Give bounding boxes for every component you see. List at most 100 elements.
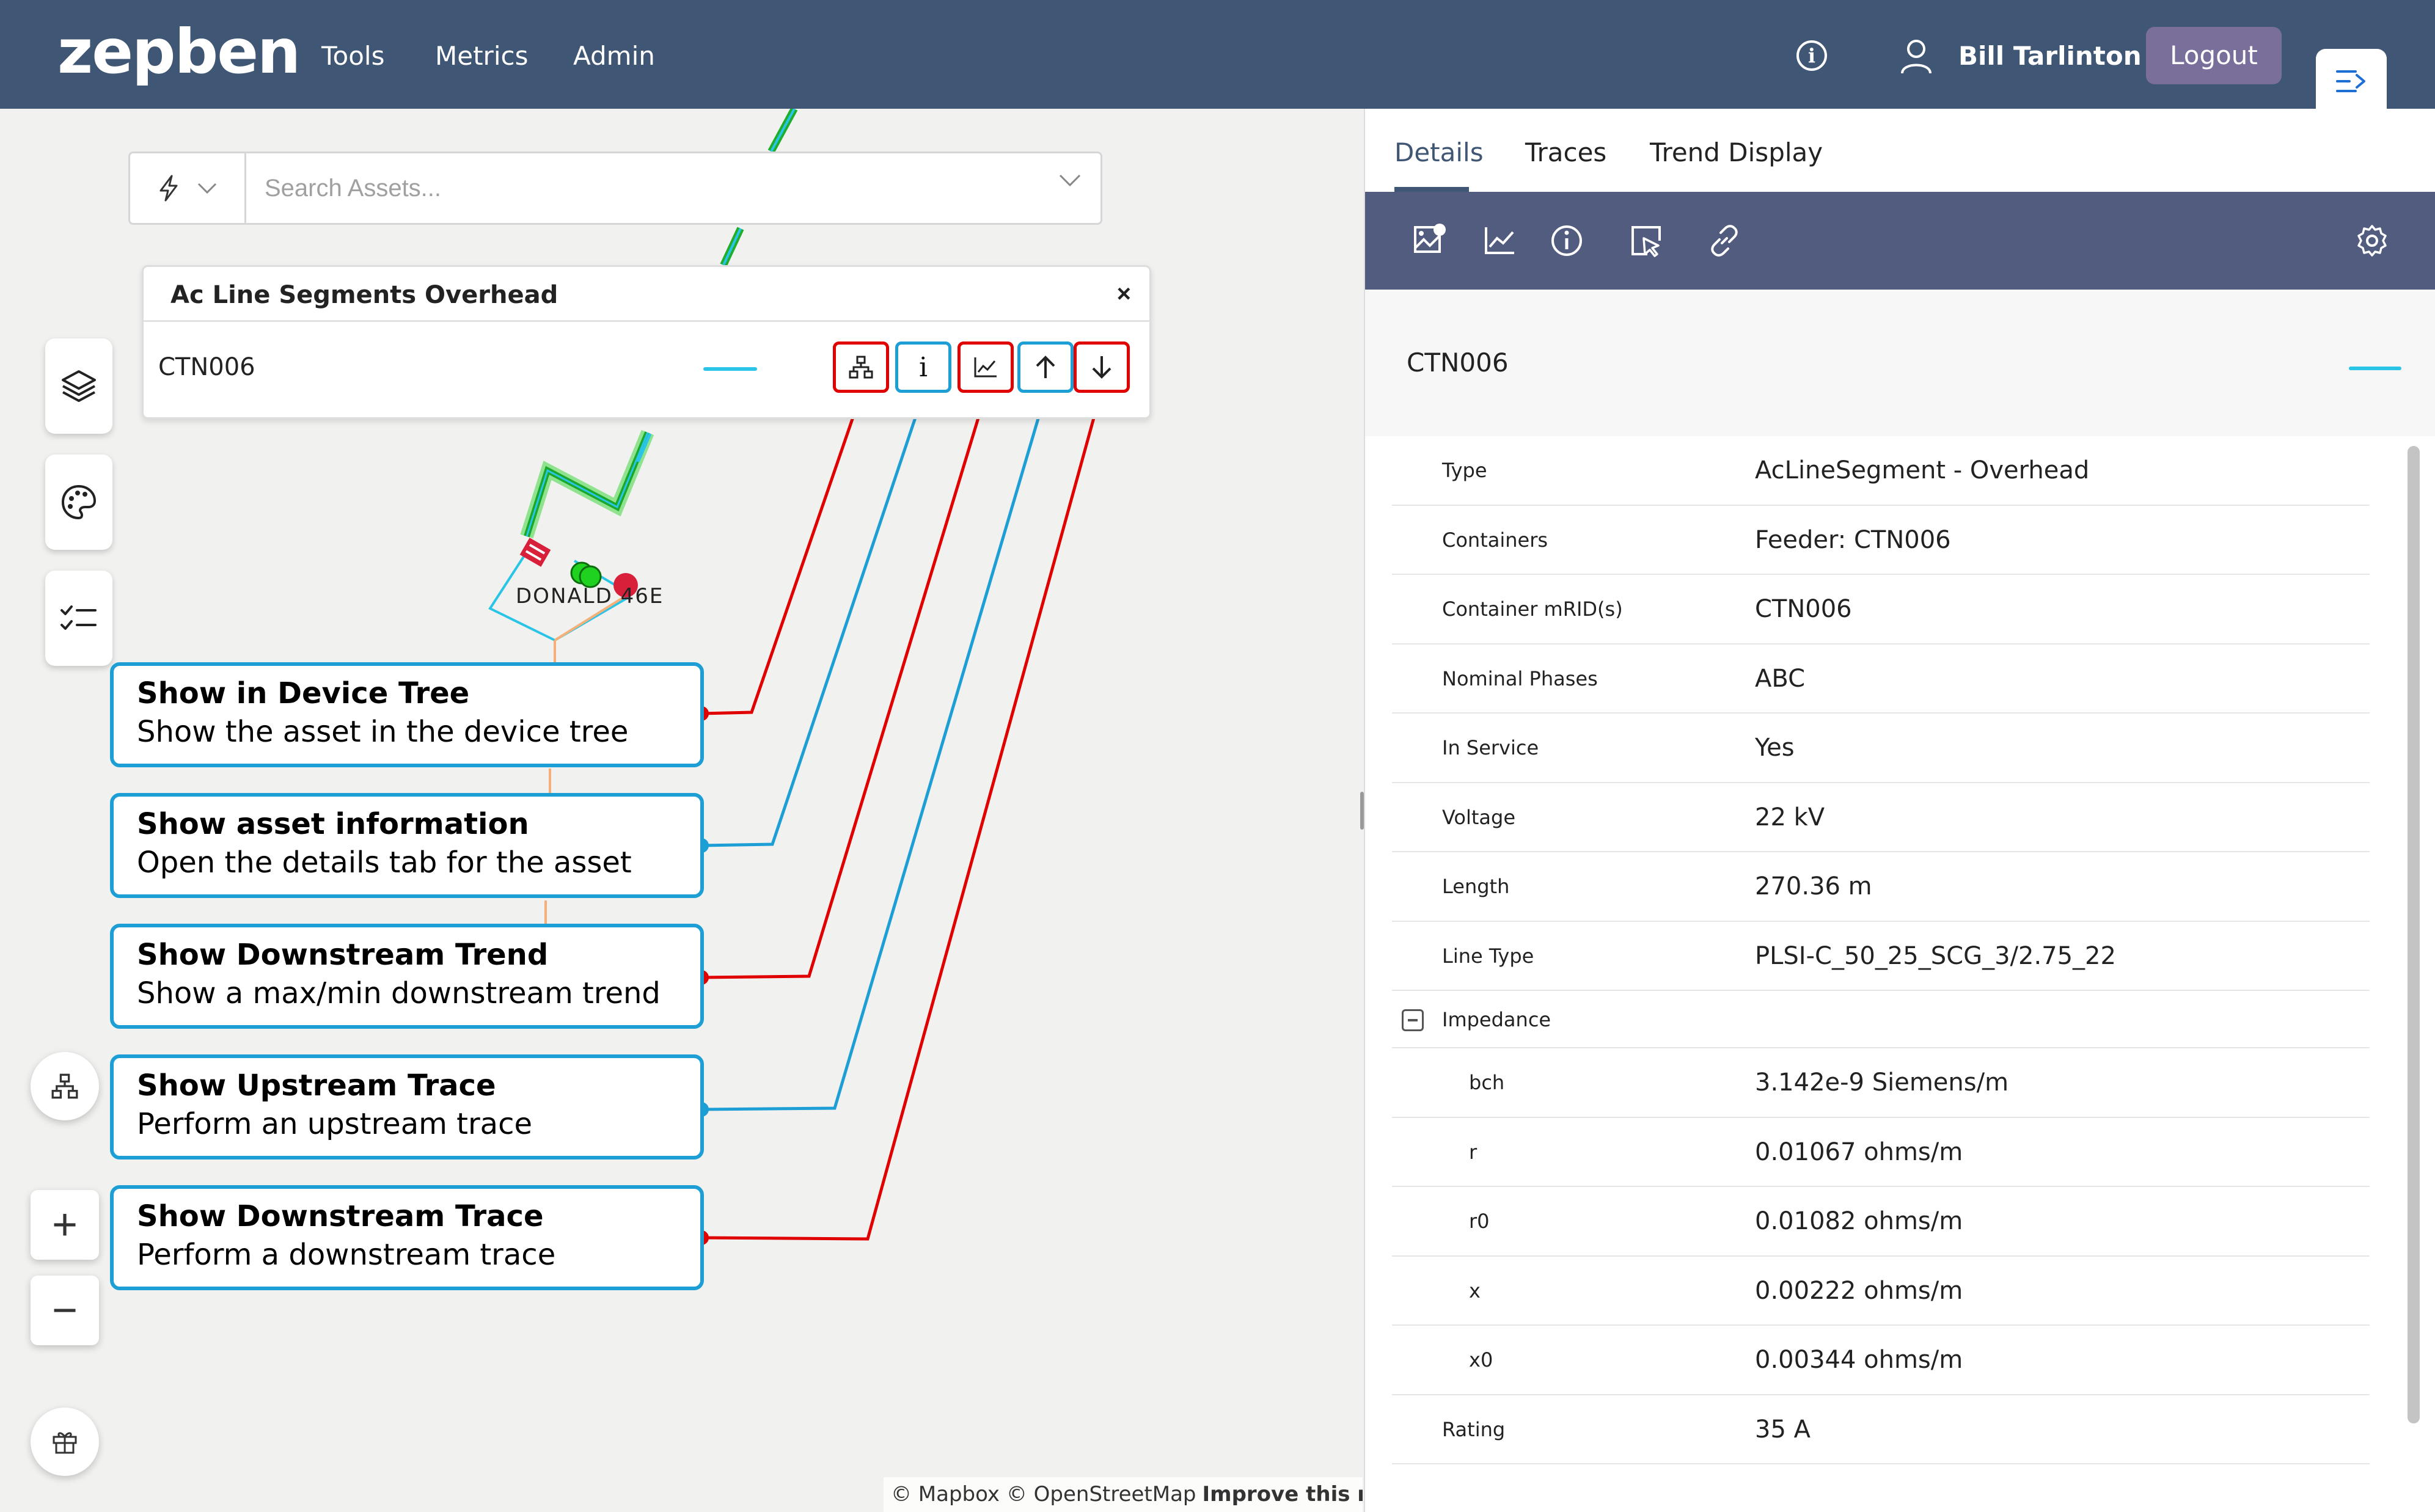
callout-description: Show a max/min downstream trend bbox=[137, 976, 661, 1010]
nav-admin[interactable]: Admin bbox=[573, 38, 655, 75]
improve-map-link[interactable]: Improve this map bbox=[1203, 1482, 1363, 1507]
callout-downstream-trend: Show Downstream Trend Show a max/min dow… bbox=[110, 924, 704, 1029]
property-label: Line Type bbox=[1442, 944, 1534, 968]
asset-info-button[interactable]: i bbox=[895, 341, 951, 393]
property-label: Containers bbox=[1442, 528, 1548, 552]
line-legend-swatch bbox=[703, 367, 757, 371]
details-toolbar bbox=[1365, 192, 2435, 290]
upstream-trace-button[interactable] bbox=[1017, 341, 1074, 393]
property-row: r0 0.01082 ohms/m bbox=[1392, 1187, 2370, 1257]
panel-toggle-button[interactable] bbox=[2316, 49, 2387, 114]
device-tree-button[interactable] bbox=[833, 341, 889, 393]
gift-icon bbox=[53, 1432, 77, 1454]
nav-tools[interactable]: Tools bbox=[321, 38, 384, 75]
popup-title: Ac Line Segments Overhead bbox=[170, 281, 558, 309]
nav-metrics[interactable]: Metrics bbox=[435, 38, 528, 75]
tab-traces[interactable]: Traces bbox=[1525, 136, 1606, 170]
user-name[interactable]: Bill Tarlinton bbox=[1958, 38, 2142, 75]
callout-title: Show Upstream Trace bbox=[137, 1068, 496, 1103]
property-value: 0.00344 ohms/m bbox=[1755, 1346, 1963, 1374]
collapse-icon[interactable] bbox=[1402, 1009, 1424, 1031]
property-label: r0 bbox=[1469, 1210, 1490, 1233]
whats-new-button[interactable] bbox=[31, 1408, 99, 1476]
info-icon[interactable] bbox=[1550, 224, 1584, 258]
property-label: Type bbox=[1442, 459, 1487, 482]
property-label: x0 bbox=[1469, 1348, 1493, 1371]
top-navbar: zepben Tools Metrics Admin i Bill Tarlin… bbox=[0, 0, 2435, 114]
layers-button[interactable] bbox=[45, 338, 112, 434]
panel-tabs: Details Traces Trend Display bbox=[1365, 109, 2435, 192]
impedance-group-row[interactable]: Impedance bbox=[1392, 991, 2370, 1048]
search-dropdown-icon[interactable] bbox=[1059, 173, 1081, 188]
property-label: x bbox=[1469, 1279, 1481, 1302]
property-row: Line Type PLSI-C_50_25_SCG_3/2.75_22 bbox=[1392, 922, 2370, 991]
callout-title: Show asset information bbox=[137, 807, 529, 841]
property-label: r bbox=[1469, 1140, 1477, 1164]
callout-device-tree: Show in Device Tree Show the asset in th… bbox=[110, 662, 704, 767]
zoom-in-button[interactable]: + bbox=[31, 1190, 99, 1260]
property-label: Rating bbox=[1442, 1417, 1506, 1441]
property-row: Nominal Phases ABC bbox=[1392, 645, 2370, 714]
property-label: Nominal Phases bbox=[1442, 667, 1598, 690]
callout-title: Show Downstream Trace bbox=[137, 1199, 544, 1233]
map-image-icon[interactable] bbox=[1413, 224, 1447, 258]
property-value: 35 A bbox=[1755, 1415, 1811, 1444]
property-label: In Service bbox=[1442, 736, 1539, 759]
property-label: Voltage bbox=[1442, 805, 1516, 829]
tab-trend-display[interactable]: Trend Display bbox=[1650, 136, 1823, 170]
callout-title: Show Downstream Trend bbox=[137, 938, 549, 972]
network-tree-button[interactable] bbox=[31, 1052, 99, 1120]
zoom-out-button[interactable]: − bbox=[31, 1276, 99, 1345]
line-legend-swatch bbox=[2349, 367, 2401, 370]
active-tab-indicator bbox=[1394, 187, 1469, 192]
property-label: Length bbox=[1442, 875, 1510, 898]
collapse-panel-icon bbox=[2336, 70, 2365, 92]
node-label: DONALD 46E bbox=[516, 584, 664, 608]
chevron-down-icon bbox=[197, 183, 216, 194]
trend-chart-icon bbox=[974, 357, 997, 378]
asset-search-bar bbox=[128, 152, 1102, 225]
properties-table: Type AcLineSegment - Overhead Containers… bbox=[1392, 436, 2370, 1464]
checklist-icon bbox=[60, 605, 97, 630]
select-area-icon[interactable] bbox=[1629, 224, 1663, 258]
property-value: Feeder: CTN006 bbox=[1755, 525, 1951, 554]
property-value: 0.01082 ohms/m bbox=[1755, 1207, 1963, 1235]
callout-description: Open the details tab for the asset bbox=[137, 845, 632, 880]
styles-button[interactable] bbox=[45, 455, 112, 550]
panel-scrollbar[interactable] bbox=[2408, 446, 2420, 1423]
callout-description: Show the asset in the device tree bbox=[137, 715, 629, 749]
checklist-button[interactable] bbox=[45, 571, 112, 666]
callout-downstream-trace: Show Downstream Trace Perform a downstre… bbox=[110, 1185, 704, 1290]
zepben-logo[interactable]: zepben bbox=[57, 18, 301, 86]
settings-gear-icon[interactable] bbox=[2355, 224, 2389, 258]
hierarchy-icon bbox=[849, 356, 873, 379]
chart-icon[interactable] bbox=[1482, 224, 1517, 258]
arrow-down-icon bbox=[1092, 356, 1111, 379]
logout-button[interactable]: Logout bbox=[2146, 27, 2282, 84]
popup-header: Ac Line Segments Overhead × bbox=[144, 267, 1149, 322]
property-row: Voltage 22 kV bbox=[1392, 783, 2370, 852]
property-value: Yes bbox=[1755, 734, 1795, 762]
close-icon[interactable]: × bbox=[1117, 278, 1131, 310]
property-value: 0.00222 ohms/m bbox=[1755, 1276, 1963, 1305]
tab-details[interactable]: Details bbox=[1394, 136, 1484, 170]
hierarchy-icon bbox=[51, 1073, 78, 1099]
downstream-trend-button[interactable] bbox=[958, 341, 1014, 393]
map-attribution: © Mapbox © OpenStreetMap Improve this map bbox=[884, 1477, 1363, 1512]
link-icon[interactable] bbox=[1707, 224, 1741, 258]
attribution-text[interactable]: © Mapbox © OpenStreetMap bbox=[891, 1482, 1196, 1507]
property-row: x0 0.00344 ohms/m bbox=[1392, 1326, 2370, 1395]
map-canvas[interactable]: Ac Line Segments Overhead × CTN006 i bbox=[0, 109, 1363, 1512]
search-type-filter[interactable] bbox=[130, 153, 246, 223]
property-label: Container mRID(s) bbox=[1442, 597, 1623, 621]
search-input[interactable] bbox=[265, 169, 1034, 207]
callout-title: Show in Device Tree bbox=[137, 676, 470, 710]
downstream-trace-button[interactable] bbox=[1074, 341, 1130, 393]
callout-upstream-trace: Show Upstream Trace Perform an upstream … bbox=[110, 1054, 704, 1160]
property-value: 270.36 m bbox=[1755, 872, 1872, 900]
property-row: bch 3.142e-9 Siemens/m bbox=[1392, 1048, 2370, 1118]
property-value: 3.142e-9 Siemens/m bbox=[1755, 1068, 2009, 1097]
user-icon bbox=[1901, 40, 1932, 74]
property-value: CTN006 bbox=[1755, 595, 1852, 623]
help-info-icon[interactable]: i bbox=[1796, 40, 1827, 71]
